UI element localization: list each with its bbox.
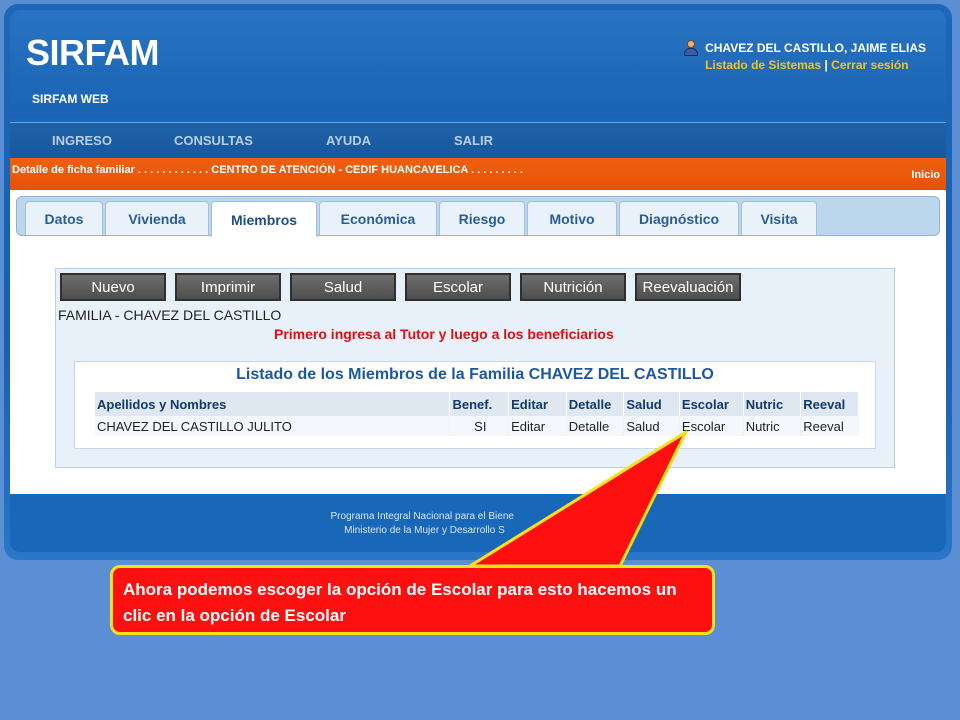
health-link[interactable]: Salud — [623, 416, 680, 436]
footer: Programa Integral Nacional para el Biene… — [10, 510, 946, 538]
header: SIRFAM SIRFAM WEB CHAVEZ DEL CASTILLO, J… — [10, 10, 946, 118]
reevaluation-link[interactable]: Reeval — [800, 416, 859, 436]
menu-item-ingreso[interactable]: INGRESO — [52, 133, 112, 148]
beneficiary-cell: SI — [449, 416, 510, 436]
tab-economica[interactable]: Económica — [319, 201, 437, 235]
home-link[interactable]: Inicio — [911, 169, 940, 181]
members-list-title: Listado de los Miembros de la Familia CH… — [236, 366, 714, 383]
app-window: SIRFAM SIRFAM WEB CHAVEZ DEL CASTILLO, J… — [10, 10, 946, 552]
school-link[interactable]: Escolar — [679, 416, 744, 436]
family-label: FAMILIA - CHAVEZ DEL CASTILLO — [58, 307, 282, 323]
user-links: Listado de Sistemas | Cerrar sesión — [683, 58, 926, 72]
footer-line-1-text: Programa Integral Nacional para el Biene — [330, 511, 514, 522]
tab-miembros[interactable]: Miembros — [211, 201, 317, 237]
footer-line-1: Programa Integral Nacional para el Biene… — [10, 510, 946, 524]
tab-motivo[interactable]: Motivo — [527, 201, 617, 235]
breadcrumb-bar: Detalle de ficha familiar . . . . . . . … — [10, 158, 946, 190]
footer-line-1-tail: BIF — [609, 511, 626, 522]
tutorial-callout: Ahora podemos escoger la opción de Escol… — [110, 565, 715, 635]
health-button[interactable]: Salud — [290, 273, 396, 301]
link-separator: | — [821, 58, 832, 72]
table-header-row: Apellidos y Nombres Benef. Editar Detall… — [95, 392, 859, 416]
col-header-benef: Benef. — [449, 392, 510, 416]
new-button[interactable]: Nuevo — [60, 273, 166, 301]
tab-diagnostico[interactable]: Diagnóstico — [619, 201, 739, 235]
footer-line-2-text: Ministerio de la Mujer y Desarrollo S — [344, 525, 505, 536]
breadcrumb: Detalle de ficha familiar . . . . . . . … — [12, 164, 523, 176]
user-icon — [683, 40, 699, 56]
warning-message: Primero ingresa al Tutor y luego a los b… — [274, 326, 614, 342]
reevaluation-button[interactable]: Reevaluación — [635, 273, 741, 301]
app-frame: SIRFAM SIRFAM WEB CHAVEZ DEL CASTILLO, J… — [4, 4, 952, 560]
menu-item-consultas[interactable]: CONSULTAS — [174, 133, 253, 148]
menu-item-salir[interactable]: SALIR — [454, 133, 493, 148]
print-button[interactable]: Imprimir — [175, 273, 281, 301]
members-table: Apellidos y Nombres Benef. Editar Detall… — [95, 392, 859, 436]
menu-item-ayuda[interactable]: AYUDA — [326, 133, 371, 148]
table-row: CHAVEZ DEL CASTILLO JULITO SI Editar Det… — [95, 416, 859, 436]
main-menu: INGRESO CONSULTAS AYUDA SALIR — [10, 122, 946, 158]
col-header-nutric: Nutric — [743, 392, 802, 416]
tab-datos[interactable]: Datos — [25, 201, 103, 235]
col-header-edit: Editar — [508, 392, 567, 416]
edit-link[interactable]: Editar — [508, 416, 567, 436]
app-subtitle: SIRFAM WEB — [32, 92, 109, 106]
user-info: CHAVEZ DEL CASTILLO, JAIME ELIAS — [683, 40, 926, 56]
content-area: Detalle de ficha familiar . . . . . . . … — [10, 158, 946, 494]
members-list: Listado de los Miembros de la Familia CH… — [74, 361, 876, 449]
logout-link[interactable]: Cerrar sesión — [831, 58, 908, 72]
tab-riesgo[interactable]: Riesgo — [439, 201, 525, 235]
app-logo: SIRFAM — [26, 32, 160, 73]
school-button[interactable]: Escolar — [405, 273, 511, 301]
col-header-reeval: Reeval — [800, 392, 859, 416]
tab-vivienda[interactable]: Vivienda — [105, 201, 209, 235]
detail-link[interactable]: Detalle — [566, 416, 625, 436]
tab-bar: Datos Vivienda Miembros Económica Riesgo… — [16, 196, 940, 237]
user-name: CHAVEZ DEL CASTILLO, JAIME ELIAS — [705, 41, 926, 55]
col-header-name: Apellidos y Nombres — [95, 392, 451, 416]
tab-visita[interactable]: Visita — [741, 201, 817, 235]
members-panel: Nuevo Imprimir Salud Escolar Nutrición R… — [55, 268, 895, 468]
member-name-cell: CHAVEZ DEL CASTILLO JULITO — [95, 416, 451, 436]
nutrition-link[interactable]: Nutric — [743, 416, 802, 436]
footer-line-2-tail: 10 — [600, 525, 612, 536]
col-header-detail: Detalle — [566, 392, 625, 416]
callout-text: Ahora podemos escoger la opción de Escol… — [123, 580, 677, 625]
user-box: CHAVEZ DEL CASTILLO, JAIME ELIAS Listado… — [683, 40, 926, 72]
nutrition-button[interactable]: Nutrición — [520, 273, 626, 301]
footer-line-2: Ministerio de la Mujer y Desarrollo S 10 — [10, 524, 946, 538]
col-header-health: Salud — [623, 392, 680, 416]
col-header-school: Escolar — [679, 392, 744, 416]
systems-list-link[interactable]: Listado de Sistemas — [705, 58, 821, 72]
